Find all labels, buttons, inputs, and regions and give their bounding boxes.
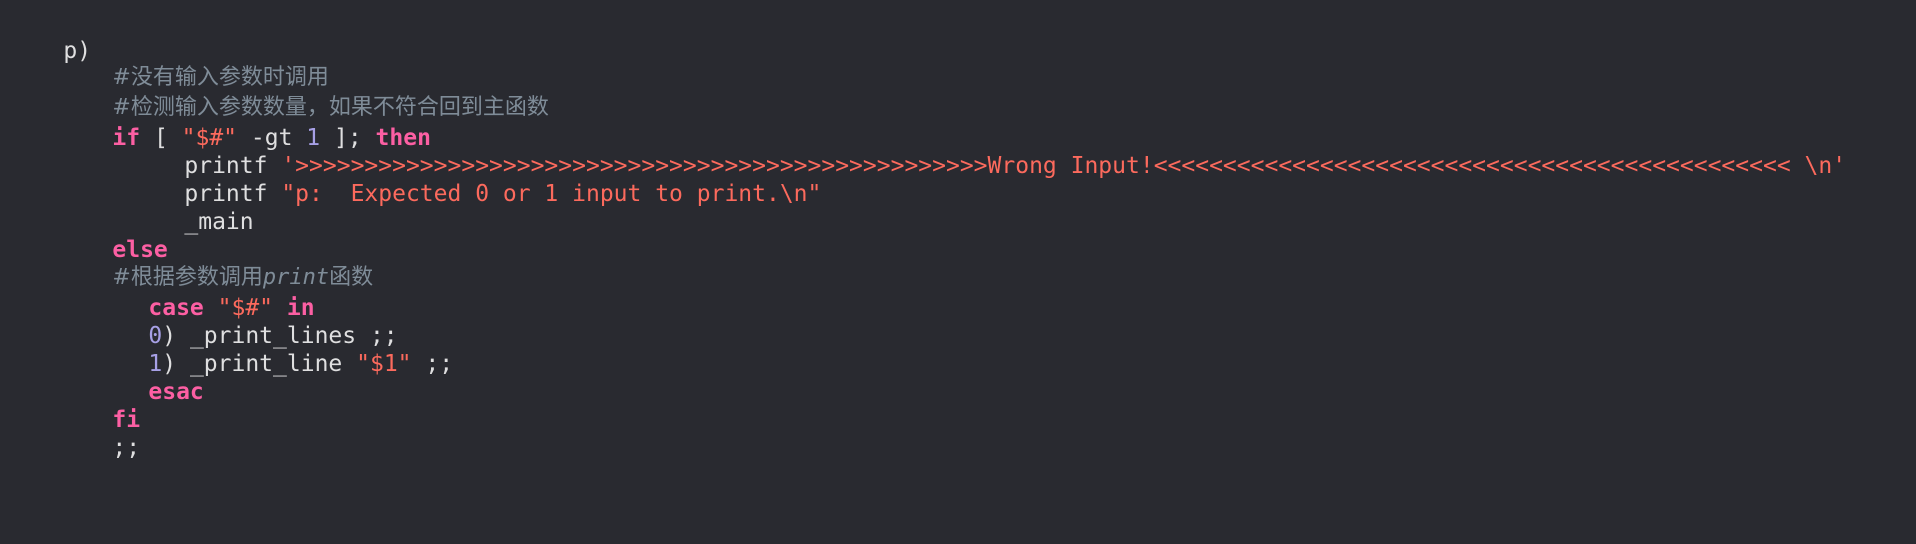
case-terminator: ;;	[112, 435, 141, 461]
string-first-arg: "$1"	[356, 351, 412, 377]
code-line-9: #根据参数调用print函数	[57, 226, 373, 290]
code-line-15: ;;	[57, 397, 140, 461]
string-expected-input: "p: Expected 0 or 1 input to print.\n"	[281, 181, 822, 207]
keyword-esac: esac	[148, 379, 204, 405]
case-terminator: ;;	[411, 351, 454, 377]
code-line-2: #没有输入参数时调用	[57, 26, 328, 90]
code-editor[interactable]: p) #没有输入参数时调用 #检测输入参数数量，如果不符合回到主函数 if [ …	[0, 0, 1916, 544]
code-line-3: #检测输入参数数量，如果不符合回到主函数	[57, 56, 548, 120]
